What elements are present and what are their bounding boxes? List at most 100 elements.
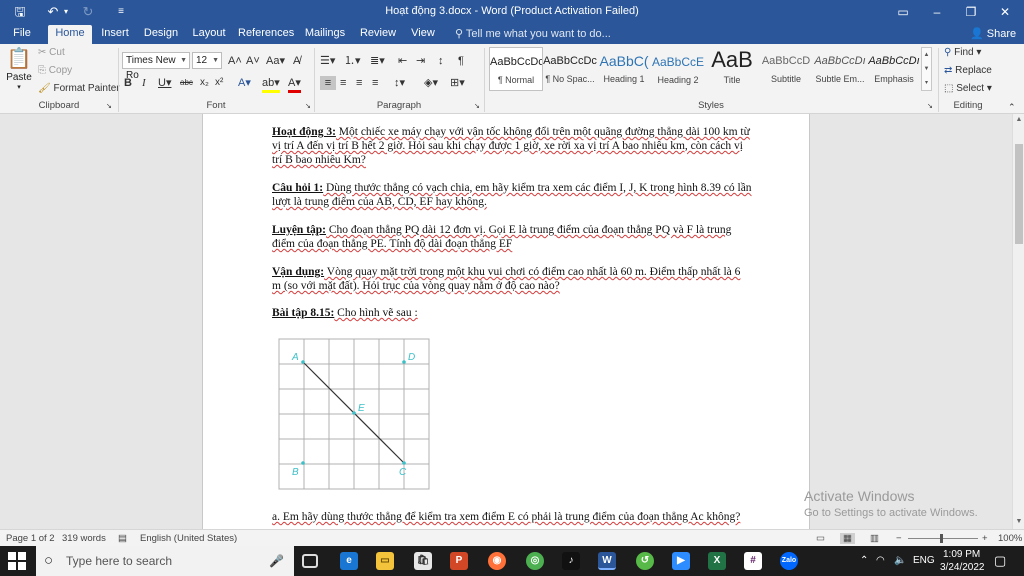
shading-icon[interactable]: ◈▾ [424, 76, 438, 90]
align-center-icon[interactable]: ≡ [340, 76, 346, 90]
tab-layout[interactable]: Layout [188, 25, 230, 44]
styles-scroll[interactable]: ▲ ▼ ▾ [921, 47, 932, 91]
sort-icon[interactable]: ↕ [438, 54, 444, 68]
superscript-icon[interactable]: x² [215, 76, 223, 90]
zoom-in-icon[interactable]: + [982, 533, 988, 544]
file-explorer-icon[interactable]: ▭ [376, 552, 394, 570]
cut-button[interactable]: ✂ Cut [38, 47, 65, 58]
zoom-slider-thumb[interactable] [940, 534, 943, 543]
find-button[interactable]: ⚲ Find ▾ [944, 47, 981, 58]
borders-icon[interactable]: ⊞▾ [450, 76, 465, 90]
tiktok-icon[interactable]: ♪ [562, 552, 580, 570]
select-button[interactable]: ⬚ Select ▾ [944, 83, 992, 94]
chrome-icon[interactable]: ◎ [526, 552, 544, 570]
style-subtitle[interactable]: AaBbCcD Subtitle [759, 47, 813, 91]
language-indicator[interactable]: English (United States) [140, 533, 237, 544]
taskbar-search-box[interactable]: ○ Type here to search 🎤 [36, 546, 294, 576]
edge-icon[interactable]: e [340, 552, 358, 570]
zoom-level[interactable]: 100% [998, 533, 1022, 544]
read-mode-icon[interactable]: ▭ [816, 533, 825, 544]
format-painter-button[interactable]: 🖌 Format Painter [38, 83, 120, 94]
tab-insert[interactable]: Insert [96, 25, 134, 44]
underline-icon[interactable]: U▾ [158, 76, 171, 90]
clock-time[interactable]: 1:09 PM [943, 549, 980, 560]
tab-view[interactable]: View [406, 25, 440, 44]
subscript-icon[interactable]: x₂ [200, 76, 209, 90]
font-size-box[interactable]: 12 ▼ [192, 52, 222, 69]
increase-indent-icon[interactable]: ⇥ [416, 54, 425, 68]
collapse-ribbon-icon[interactable]: ⌃ [1008, 100, 1016, 114]
minimize-button[interactable]: – [920, 0, 954, 25]
powerpoint-icon[interactable]: P [450, 552, 468, 570]
dialog-launcher-icon[interactable]: ↘ [305, 100, 311, 114]
dialog-launcher-icon[interactable]: ↘ [927, 100, 933, 114]
web-layout-icon[interactable]: ▥ [870, 533, 879, 544]
dialog-launcher-icon[interactable]: ↘ [106, 100, 112, 114]
text-effects-icon[interactable]: A▾ [238, 76, 251, 90]
excel-icon[interactable]: X [708, 552, 726, 570]
grid-figure[interactable]: A D E B C [278, 338, 430, 490]
word-icon[interactable]: W [598, 552, 616, 570]
clock-date[interactable]: 3/24/2022 [940, 562, 985, 573]
align-right-icon[interactable]: ≡ [356, 76, 362, 90]
tell-me-box[interactable]: ⚲ Tell me what you want to do... [455, 27, 611, 40]
style-subtle-emphasis[interactable]: AaBbCcDı Subtle Em... [813, 47, 867, 91]
share-button[interactable]: 👤 Share [970, 27, 1016, 40]
style-title[interactable]: AaB Title [705, 47, 759, 91]
undo-dropdown-icon[interactable]: ▾ [62, 3, 70, 21]
tab-references[interactable]: References [238, 25, 294, 44]
style-emphasis[interactable]: AaBbCcDı Emphasis [867, 47, 921, 91]
italic-icon[interactable]: I [142, 76, 146, 90]
slack-icon[interactable]: # [744, 552, 762, 570]
app-icon[interactable]: ↺ [636, 552, 654, 570]
tab-mailings[interactable]: Mailings [300, 25, 350, 44]
word-count[interactable]: 319 words [62, 533, 106, 544]
line-spacing-icon[interactable]: ↕▾ [394, 76, 405, 90]
tab-design[interactable]: Design [140, 25, 182, 44]
scroll-thumb[interactable] [1015, 144, 1023, 244]
decrease-indent-icon[interactable]: ⇤ [398, 54, 407, 68]
windows-start-icon[interactable] [8, 552, 26, 570]
tab-file[interactable]: File [6, 25, 38, 44]
zoom-icon[interactable]: ▶ [672, 552, 690, 570]
notification-icon[interactable]: ▢ [994, 553, 1006, 569]
print-layout-icon[interactable]: ▦ [840, 533, 855, 544]
shrink-font-icon[interactable]: A˅ [246, 54, 260, 68]
grow-font-icon[interactable]: A˄ [228, 54, 242, 68]
style-heading-2[interactable]: AaBbCcE Heading 2 [651, 47, 705, 91]
undo-icon[interactable]: ↶ [44, 3, 62, 21]
numbering-icon[interactable]: ⒈▾ [344, 54, 361, 68]
store-icon[interactable]: 🛍 [414, 552, 432, 570]
close-button[interactable]: ✕ [988, 0, 1022, 25]
paste-button[interactable]: 📋 Paste ▾ [4, 46, 34, 98]
zalo-icon[interactable]: Zalo [780, 552, 798, 570]
chevron-up-icon[interactable]: ⌃ [860, 555, 868, 566]
style-heading-1[interactable]: AaBbC( Heading 1 [597, 47, 651, 91]
align-left-icon[interactable]: ≡ [320, 76, 336, 90]
page-count[interactable]: Page 1 of 2 [6, 533, 55, 544]
firefox-icon[interactable]: ◉ [488, 552, 506, 570]
save-icon[interactable]: 🖫 [12, 3, 28, 21]
font-name-box[interactable]: Times New Ro ▼ [122, 52, 190, 81]
zoom-slider[interactable] [908, 538, 978, 539]
show-formatting-icon[interactable]: ¶ [458, 54, 464, 68]
scroll-down-icon[interactable]: ▼ [1013, 518, 1024, 525]
justify-icon[interactable]: ≡ [372, 76, 378, 90]
proofing-icon[interactable]: ▤ [118, 533, 127, 544]
redo-icon[interactable]: ↻ [80, 3, 96, 21]
document-page[interactable]: Hoạt động 3: Một chiếc xe máy chạy với v… [202, 114, 810, 529]
replace-button[interactable]: ⇄ Replace [944, 65, 992, 76]
zoom-out-icon[interactable]: − [896, 533, 902, 544]
copy-button[interactable]: ⎘ Copy [38, 65, 72, 76]
restore-button[interactable]: ❐ [954, 0, 988, 25]
style-normal[interactable]: AaBbCcDc ¶ Normal [489, 47, 543, 91]
bullets-icon[interactable]: ☰▾ [320, 54, 335, 68]
multilevel-list-icon[interactable]: ≣▾ [370, 54, 385, 68]
input-language[interactable]: ENG [913, 555, 935, 566]
vertical-scrollbar[interactable]: ▲ ▼ [1012, 114, 1024, 529]
ribbon-display-options-icon[interactable]: ▭ [886, 0, 920, 25]
scroll-up-icon[interactable]: ▲ [1013, 116, 1024, 123]
strikethrough-icon[interactable]: abc [180, 76, 193, 90]
tab-home[interactable]: Home [48, 25, 92, 44]
network-icon[interactable]: ◠ [876, 555, 885, 566]
